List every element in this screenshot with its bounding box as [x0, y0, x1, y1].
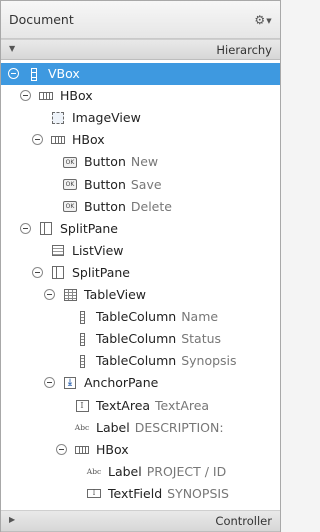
- settings-menu-button[interactable]: ⚙ ▼: [253, 12, 273, 28]
- document-panel: Document ⚙ ▼ ▼ Hierarchy VBox HBox ImageVi…: [0, 0, 281, 532]
- hbox-icon: [75, 443, 89, 457]
- tree-row[interactable]: TableColumn Synopsis: [1, 350, 280, 372]
- collapse-toggle-icon[interactable]: [44, 289, 55, 300]
- tree-row[interactable]: TableColumn Status: [1, 328, 280, 350]
- node-detail-label: SYNOPSIS: [167, 485, 229, 501]
- vbox-icon: [27, 67, 41, 81]
- node-detail-label: Name: [181, 309, 219, 325]
- splitpane-icon: [39, 222, 53, 236]
- node-type-label: TableColumn: [96, 331, 177, 347]
- tree-row[interactable]: Abc Label DESCRIPTION:: [1, 417, 280, 439]
- node-detail-label: Synopsis: [181, 353, 237, 369]
- imageview-icon: [51, 111, 65, 125]
- tree-row[interactable]: TableView: [1, 284, 280, 306]
- node-type-label: TableView: [84, 287, 146, 302]
- collapse-toggle-icon[interactable]: [44, 377, 55, 389]
- node-type-label: HBox: [60, 88, 93, 104]
- tree-row[interactable]: Abc Label PROJECT / ID: [1, 461, 280, 483]
- collapse-toggle-icon[interactable]: [32, 266, 43, 278]
- hierarchy-label: Hierarchy: [216, 43, 272, 57]
- textarea-icon: I: [75, 399, 89, 413]
- tree-row[interactable]: HBox: [1, 85, 280, 107]
- textfield-icon: I: [87, 487, 101, 501]
- hbox-icon: [51, 133, 65, 147]
- anchorpane-icon: ⤓: [63, 376, 77, 390]
- expand-arrow-icon: ▶: [9, 515, 16, 524]
- node-detail-label: Status: [181, 331, 222, 347]
- tree-row[interactable]: ⤓ AnchorPane: [1, 372, 280, 394]
- label-icon: Abc: [74, 423, 90, 433]
- node-type-label: AnchorPane: [84, 375, 159, 391]
- tree-row[interactable]: SplitPane: [1, 262, 280, 284]
- collapse-toggle-icon[interactable]: [20, 90, 31, 102]
- gear-icon: ⚙: [254, 13, 266, 27]
- splitpane-icon: [51, 266, 65, 280]
- node-type-label: TextField: [108, 485, 163, 501]
- tree-row[interactable]: OK Button Delete: [1, 196, 280, 218]
- node-type-label: HBox: [96, 441, 129, 457]
- tablecolumn-icon: [75, 310, 89, 324]
- node-type-label: TableColumn: [96, 353, 177, 369]
- controller-section-header[interactable]: ▶ Controller: [1, 510, 280, 532]
- node-detail-label: TextArea: [155, 397, 210, 413]
- collapse-arrow-icon: ▼: [9, 44, 16, 53]
- node-type-label: HBox: [72, 132, 105, 148]
- chevron-down-icon: ▼: [266, 17, 272, 25]
- controller-label: Controller: [215, 514, 272, 528]
- tree-row[interactable]: HBox: [1, 129, 280, 151]
- tree-row[interactable]: OK Button Save: [1, 174, 280, 196]
- button-icon: OK: [63, 178, 77, 192]
- node-type-label: Button: [84, 154, 126, 170]
- button-icon: OK: [63, 200, 77, 214]
- tablecolumn-icon: [75, 354, 89, 368]
- tree-row[interactable]: ImageView: [1, 107, 280, 129]
- node-type-label: ImageView: [72, 110, 141, 126]
- tree-row[interactable]: TableColumn Name: [1, 306, 280, 328]
- hbox-icon: [39, 89, 53, 103]
- collapse-toggle-icon[interactable]: [8, 68, 19, 79]
- collapse-toggle-icon[interactable]: [20, 222, 31, 234]
- node-detail-label: Save: [130, 176, 162, 192]
- node-type-label: TableColumn: [96, 309, 177, 325]
- panel-title: Document: [9, 12, 74, 27]
- collapse-toggle-icon[interactable]: [56, 443, 67, 455]
- node-detail-label: Delete: [130, 198, 172, 214]
- hierarchy-section-header[interactable]: ▼ Hierarchy: [1, 39, 280, 60]
- node-detail-label: New: [130, 154, 159, 170]
- node-type-label: Button: [84, 198, 126, 214]
- tree-row[interactable]: I TextField SYNOPSIS: [1, 483, 280, 505]
- tree-row[interactable]: SplitPane: [1, 218, 280, 240]
- node-type-label: VBox: [48, 66, 80, 81]
- label-icon: Abc: [86, 467, 102, 477]
- tree-row[interactable]: VBox: [1, 63, 280, 85]
- tree-row[interactable]: ListView: [1, 240, 280, 262]
- node-detail-label: DESCRIPTION:: [134, 419, 224, 435]
- node-detail-label: PROJECT / ID: [146, 463, 227, 479]
- tree-row[interactable]: I TextArea TextArea: [1, 395, 280, 417]
- button-icon: OK: [63, 155, 77, 169]
- hierarchy-tree: VBox HBox ImageView HBox OK Button New OK Button…: [1, 61, 280, 509]
- document-header: Document ⚙ ▼: [1, 1, 280, 39]
- node-type-label: SplitPane: [72, 264, 130, 280]
- node-type-label: Label: [108, 463, 142, 479]
- node-type-label: ListView: [72, 242, 124, 258]
- node-type-label: TextArea: [96, 397, 151, 413]
- tablecolumn-icon: [75, 332, 89, 346]
- tree-row[interactable]: HBox: [1, 439, 280, 461]
- listview-icon: [51, 244, 65, 258]
- tableview-icon: [63, 288, 77, 302]
- collapse-toggle-icon[interactable]: [32, 134, 43, 146]
- node-type-label: SplitPane: [60, 220, 118, 236]
- node-type-label: Button: [84, 176, 126, 192]
- tree-row[interactable]: OK Button New: [1, 151, 280, 173]
- node-type-label: Label: [96, 419, 130, 435]
